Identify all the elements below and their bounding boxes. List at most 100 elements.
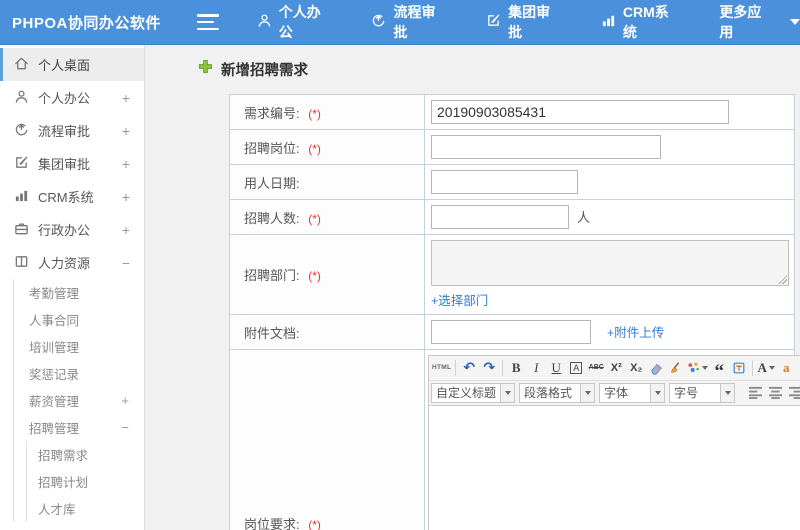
briefcase-icon	[14, 221, 38, 239]
caret-down-icon	[789, 19, 800, 25]
department-textarea[interactable]	[431, 240, 789, 286]
sidebar-item-training-mgmt[interactable]: 培训管理	[14, 333, 144, 360]
sidebar-item-personnel-contract[interactable]: 人事合同	[14, 306, 144, 333]
align-left-button[interactable]	[745, 382, 765, 403]
sidebar-item-talent-pool[interactable]: 人才库	[27, 495, 144, 522]
field-label: 附件文档:	[244, 325, 300, 341]
expand-plus-icon[interactable]: +	[122, 222, 130, 238]
paste-button[interactable]	[729, 357, 749, 378]
sidebar-item-attendance-mgmt[interactable]: 考勤管理	[14, 279, 144, 306]
field-label: 招聘人数:	[244, 210, 300, 226]
collapse-minus-icon[interactable]: −	[121, 420, 129, 435]
app-header: PHPOA协同办公软件 个人办公 流程审批 集团审批 CRM系统 更多应用	[0, 0, 800, 45]
strikethrough-button[interactable]: ABC	[586, 357, 606, 378]
attachment-upload-link[interactable]: +附件上传	[607, 326, 664, 340]
eraser-button[interactable]	[646, 357, 666, 378]
italic-button[interactable]: I	[526, 357, 546, 378]
recruitment-demand-form: 需求编号: (*) 招聘岗位: (*) 用人日期:	[229, 94, 800, 530]
headcount-unit: 人	[577, 210, 591, 225]
position-input[interactable]	[431, 135, 661, 159]
person-icon	[257, 13, 279, 31]
sidebar-item-group-approval[interactable]: 集团审批 +	[0, 147, 144, 180]
expand-plus-icon[interactable]: +	[122, 156, 130, 172]
sidebar-item-reward-punishment[interactable]: 奖惩记录	[14, 360, 144, 387]
align-center-button[interactable]	[765, 382, 785, 403]
workflow-icon	[14, 122, 38, 140]
expand-plus-icon[interactable]: +	[122, 123, 130, 139]
eraser-icon	[651, 363, 663, 375]
special-symbols-button[interactable]	[686, 357, 709, 378]
align-right-icon	[788, 386, 800, 399]
nav-crm-system[interactable]: CRM系统	[601, 2, 682, 42]
resize-grip-icon[interactable]	[778, 275, 787, 284]
hire-date-input[interactable]	[431, 170, 578, 194]
select-department-link[interactable]: +选择部门	[431, 290, 788, 309]
nav-personal-office[interactable]: 个人办公	[257, 2, 334, 42]
sidebar-item-recruitment-demand[interactable]: 招聘需求	[27, 441, 144, 468]
undo-button[interactable]: ↶	[459, 357, 479, 378]
sidebar-item-recruitment-plan[interactable]: 招聘计划	[27, 468, 144, 495]
expand-plus-icon[interactable]: +	[122, 189, 130, 205]
rich-text-editor: HTML ↶ ↷ B I U A ABC X² X₂ “ A a 自定义标题 段…	[428, 354, 800, 530]
font-color-button[interactable]: A	[756, 357, 776, 378]
editor-content-area[interactable]	[429, 405, 800, 530]
underline-button[interactable]: U	[546, 357, 566, 378]
form-row-req-no: 需求编号: (*)	[229, 94, 795, 130]
field-label: 招聘部门:	[244, 268, 300, 283]
collapse-minus-icon[interactable]: −	[122, 255, 130, 271]
subscript-button[interactable]: X₂	[626, 357, 646, 378]
headcount-input[interactable]	[431, 205, 569, 229]
heading-style-select[interactable]: 自定义标题	[431, 382, 515, 403]
recruitment-submenu: 招聘需求 招聘计划 人才库	[26, 441, 144, 522]
expand-plus-icon[interactable]: +	[121, 393, 129, 408]
sidebar-item-crm-system[interactable]: CRM系统 +	[0, 180, 144, 213]
required-mark: (*)	[308, 141, 321, 156]
editor-toolbar-row-2: 自定义标题 段落格式 字体 字号	[429, 380, 800, 406]
nav-more-apps[interactable]: 更多应用	[719, 2, 800, 42]
palette-icon	[688, 362, 700, 372]
sidebar-item-recruitment-mgmt[interactable]: 招聘管理 −	[14, 414, 144, 441]
format-brush-icon	[671, 361, 680, 373]
bar-chart-icon	[601, 13, 623, 31]
caret-down-icon	[500, 383, 514, 402]
form-row-attachment: 附件文档: +附件上传	[229, 314, 795, 350]
highlight-color-button[interactable]: a	[776, 357, 796, 378]
expand-plus-icon[interactable]: +	[122, 90, 130, 106]
edit-square-icon	[14, 155, 38, 173]
field-label: 岗位要求:	[244, 517, 300, 530]
required-mark: (*)	[308, 518, 321, 530]
caret-down-icon	[580, 383, 594, 402]
req-no-input[interactable]	[431, 100, 729, 124]
superscript-button[interactable]: X²	[606, 357, 626, 378]
required-mark: (*)	[308, 269, 321, 283]
caret-down-icon	[702, 365, 709, 370]
hr-submenu: 考勤管理 人事合同 培训管理 奖惩记录 薪资管理 + 招聘管理 − 招聘需求 招…	[13, 279, 144, 522]
required-mark: (*)	[308, 211, 321, 226]
bold-button[interactable]: B	[506, 357, 526, 378]
sidebar-item-human-resources[interactable]: 人力资源 −	[0, 246, 144, 279]
sidebar-item-workflow-approval[interactable]: 流程审批 +	[0, 114, 144, 147]
sidebar-item-personal-office[interactable]: 个人办公 +	[0, 81, 144, 114]
font-border-button[interactable]: A	[566, 357, 586, 378]
html-source-button[interactable]: HTML	[431, 357, 452, 378]
hamburger-menu-icon[interactable]	[197, 14, 219, 30]
attachment-input[interactable]	[431, 320, 591, 344]
nav-group-approval[interactable]: 集团审批	[486, 2, 563, 42]
font-family-select[interactable]: 字体	[599, 382, 665, 403]
book-icon	[14, 254, 38, 272]
sidebar-item-administration[interactable]: 行政办公 +	[0, 213, 144, 246]
blockquote-button[interactable]: “	[709, 357, 729, 381]
nav-workflow-approval[interactable]: 流程审批	[371, 2, 448, 42]
paragraph-format-select[interactable]: 段落格式	[519, 382, 595, 403]
sidebar-item-salary-mgmt[interactable]: 薪资管理 +	[14, 387, 144, 414]
home-icon	[14, 56, 38, 74]
person-icon	[14, 89, 38, 107]
caret-down-icon	[650, 383, 664, 402]
format-brush-button[interactable]	[666, 357, 686, 378]
edit-square-icon	[486, 13, 508, 31]
align-right-button[interactable]	[785, 382, 800, 403]
redo-button[interactable]: ↷	[479, 357, 499, 378]
font-size-select[interactable]: 字号	[669, 382, 735, 403]
sidebar-item-personal-desktop[interactable]: 个人桌面	[0, 48, 144, 81]
main-content: 新增招聘需求 需求编号: (*) 招聘岗位: (*) 用人日期:	[145, 45, 800, 530]
